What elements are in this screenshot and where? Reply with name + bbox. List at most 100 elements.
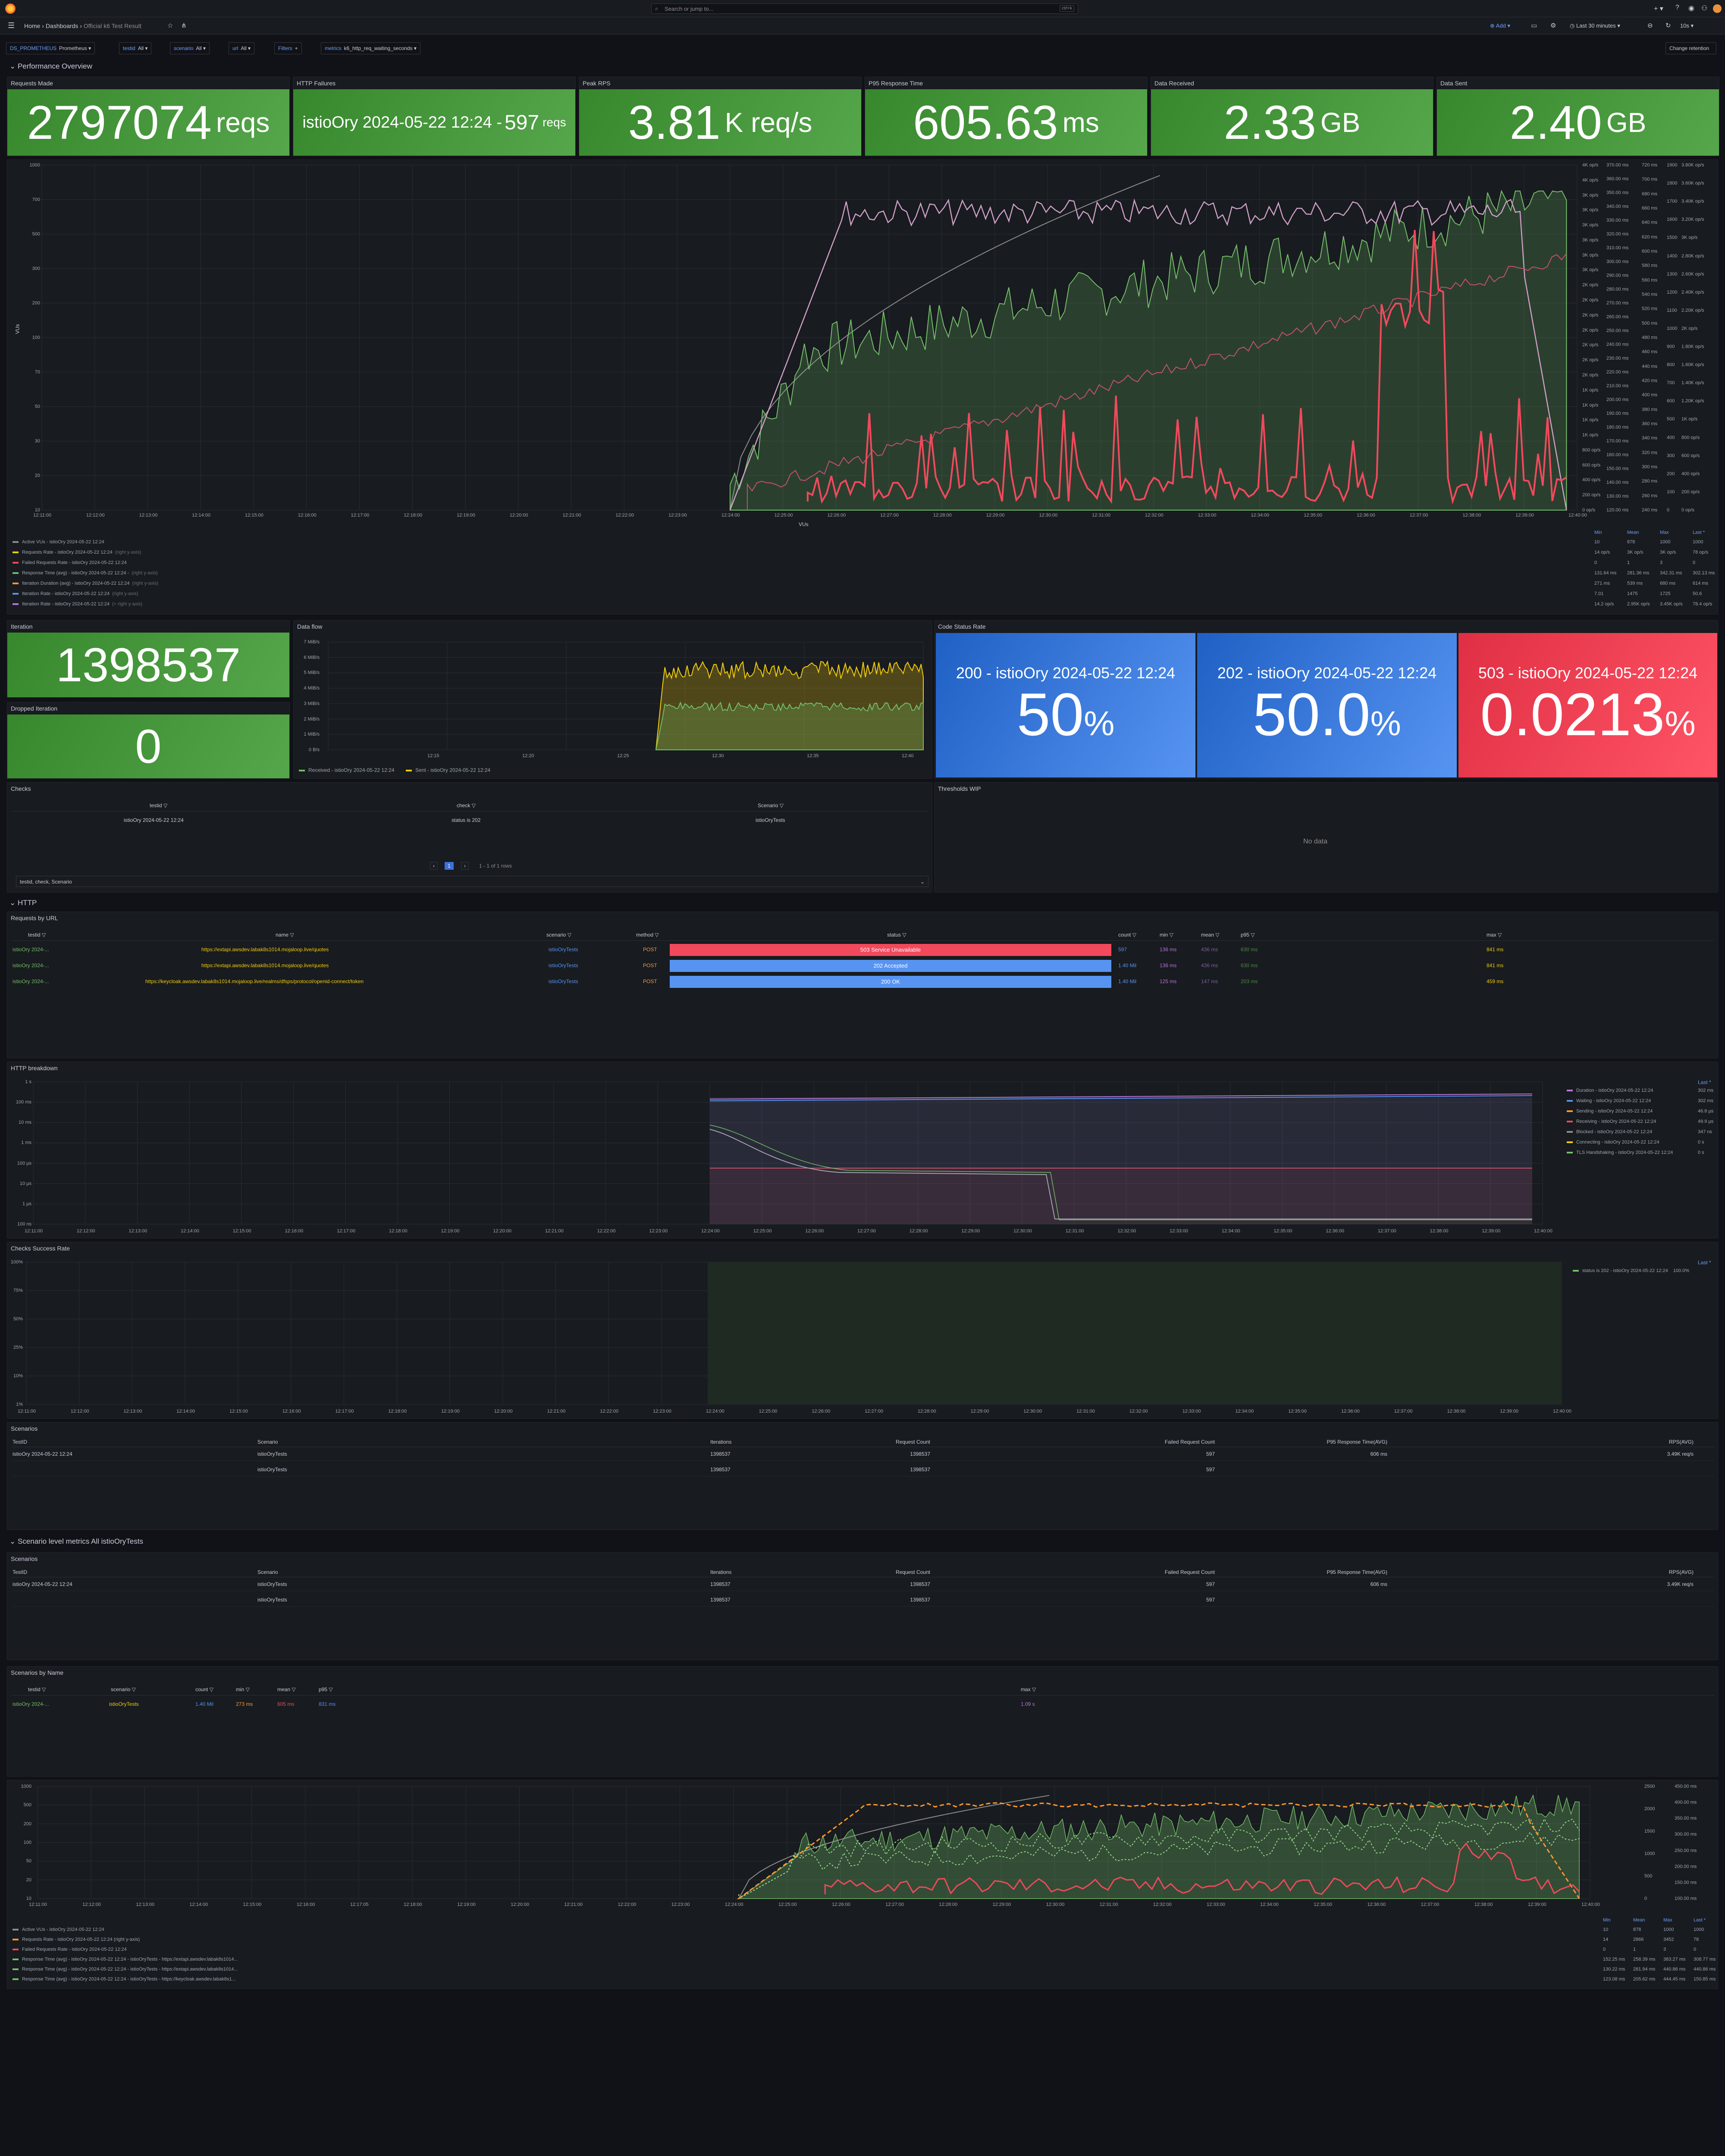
- section-http[interactable]: ⌄ HTTP: [9, 899, 37, 907]
- col-header[interactable]: Failed Request Count: [1165, 1569, 1215, 1575]
- var-metrics[interactable]: metrics k6_http_req_waiting_seconds ▾: [321, 42, 420, 54]
- legend-item[interactable]: Response Time (avg) - istioOry 2024-05-2…: [13, 570, 158, 576]
- legend-item[interactable]: Iteration Duration (avg) - istioOry 2024…: [13, 581, 158, 586]
- share-icon[interactable]: ⋔: [181, 22, 187, 29]
- col-header[interactable]: Scenario: [257, 1569, 278, 1575]
- legend-col-header[interactable]: Last *: [1693, 530, 1705, 535]
- news-icon[interactable]: ◉: [1688, 4, 1694, 13]
- pager-page[interactable]: 1: [445, 862, 454, 870]
- col-p95[interactable]: p95 ▽: [1241, 932, 1255, 938]
- legend-col-header[interactable]: Max: [1663, 1918, 1672, 1923]
- var-ds-prometheus[interactable]: DS_PROMETHEUS Prometheus ▾: [6, 42, 95, 54]
- col-testid[interactable]: testid ▽: [150, 802, 167, 808]
- legend-item[interactable]: Waiting - istioOry 2024-05-22 12:24: [1567, 1098, 1651, 1103]
- var-scenario[interactable]: scenario All ▾: [170, 42, 210, 54]
- col-name[interactable]: name ▽: [276, 932, 294, 938]
- var-testid[interactable]: testid All ▾: [119, 42, 152, 54]
- col-header[interactable]: Iterations: [710, 1439, 731, 1445]
- col-header[interactable]: Scenario: [257, 1439, 278, 1445]
- column-selector[interactable]: testid, check, Scenario ⌄: [16, 876, 928, 887]
- legend-col-header[interactable]: Mean: [1627, 530, 1639, 535]
- legend-item[interactable]: Active VUs - istioOry 2024-05-22 12:24: [13, 539, 104, 545]
- legend-item[interactable]: Failed Requests Rate - istioOry 2024-05-…: [13, 1947, 127, 1952]
- change-retention-button[interactable]: Change retention: [1665, 42, 1716, 54]
- section-scenario-metrics[interactable]: ⌄ Scenario level metrics All istioOryTes…: [9, 1537, 143, 1546]
- col-max[interactable]: max ▽: [1021, 1686, 1036, 1692]
- col-header[interactable]: Request Count: [896, 1569, 930, 1575]
- grafana-logo-icon[interactable]: [5, 3, 16, 14]
- col-header[interactable]: TestID: [13, 1439, 27, 1445]
- legend-item[interactable]: Requests Rate - istioOry 2024-05-22 12:2…: [13, 550, 141, 555]
- cell-name[interactable]: https://extapi.awsdev.labak8s1014.mojalo…: [201, 962, 329, 968]
- pager-prev[interactable]: ‹: [430, 862, 438, 870]
- col-testid[interactable]: testid ▽: [28, 1686, 46, 1692]
- legend-col-header[interactable]: Max: [1660, 530, 1669, 535]
- col-min[interactable]: min ▽: [1160, 932, 1173, 938]
- refresh-interval[interactable]: 10s ▾: [1680, 22, 1694, 29]
- legend-item[interactable]: Iteration Rate - istioOry 2024-05-22 12:…: [13, 602, 142, 607]
- settings-icon[interactable]: ⚙: [1550, 22, 1556, 29]
- legend-item[interactable]: TLS Handshaking - istioOry 2024-05-22 12…: [1567, 1150, 1673, 1155]
- plus-icon[interactable]: + ▾: [1654, 4, 1663, 13]
- col-header[interactable]: P95 Response Time(AVG): [1327, 1439, 1387, 1445]
- col-header[interactable]: RPS(AVG): [1669, 1569, 1694, 1575]
- add-button[interactable]: ⊕ Add ▾: [1490, 22, 1510, 29]
- cell-name[interactable]: https://extapi.awsdev.labak8s1014.mojalo…: [201, 946, 329, 953]
- refresh-icon[interactable]: ↻: [1665, 22, 1671, 29]
- col-header[interactable]: Failed Request Count: [1165, 1439, 1215, 1445]
- col-scenario[interactable]: scenario ▽: [111, 1686, 136, 1692]
- col-header[interactable]: P95 Response Time(AVG): [1327, 1569, 1387, 1575]
- legend-item[interactable]: Failed Requests Rate - istioOry 2024-05-…: [13, 560, 127, 565]
- legend-col-header[interactable]: Last *: [1694, 1918, 1706, 1923]
- star-icon[interactable]: ☆: [167, 22, 173, 29]
- col-p95[interactable]: p95 ▽: [319, 1686, 333, 1692]
- col-count[interactable]: count ▽: [195, 1686, 213, 1692]
- col-status[interactable]: status ▽: [887, 932, 906, 938]
- legend-item[interactable]: Receiving - istioOry 2024-05-22 12:24: [1567, 1119, 1656, 1124]
- legend-item[interactable]: Response Time (avg) - istioOry 2024-05-2…: [13, 1977, 236, 1982]
- search-input[interactable]: ⌕ Search or jump to... ctrl+k: [651, 3, 1078, 14]
- legend-item[interactable]: Duration - istioOry 2024-05-22 12:24: [1567, 1088, 1653, 1093]
- legend-col-header[interactable]: Min: [1594, 530, 1602, 535]
- col-header[interactable]: Iterations: [710, 1569, 731, 1575]
- save-icon[interactable]: ▭: [1531, 22, 1537, 29]
- breadcrumb-dashboards[interactable]: Dashboards: [46, 22, 78, 29]
- col-header[interactable]: TestID: [13, 1569, 27, 1575]
- legend-value: 302.13 ms: [1693, 570, 1715, 576]
- col-check[interactable]: check ▽: [457, 802, 476, 808]
- help-icon[interactable]: ?: [1675, 4, 1679, 12]
- legend-item[interactable]: Requests Rate - istioOry 2024-05-22 12:2…: [13, 1937, 140, 1942]
- col-scenario[interactable]: scenario ▽: [546, 932, 571, 938]
- legend-item[interactable]: Response Time (avg) - istioOry 2024-05-2…: [13, 1957, 238, 1962]
- col-scenario[interactable]: Scenario ▽: [758, 802, 784, 808]
- legend-item[interactable]: Active VUs - istioOry 2024-05-22 12:24: [13, 1927, 104, 1932]
- legend-item[interactable]: Blocked - istioOry 2024-05-22 12:24: [1567, 1129, 1652, 1134]
- legend-item[interactable]: Iteration Rate - istioOry 2024-05-22 12:…: [13, 591, 138, 596]
- legend-item[interactable]: Response Time (avg) - istioOry 2024-05-2…: [13, 1967, 238, 1972]
- cell-name[interactable]: https://keycloak.awsdev.labak8s1014.moja…: [145, 978, 364, 984]
- col-header[interactable]: RPS(AVG): [1669, 1439, 1694, 1445]
- col-max[interactable]: max ▽: [1487, 932, 1502, 938]
- var-filters[interactable]: Filters +: [274, 42, 302, 54]
- col-mean[interactable]: mean ▽: [1201, 932, 1220, 938]
- legend-item[interactable]: Connecting - istioOry 2024-05-22 12:24: [1567, 1140, 1659, 1145]
- col-mean[interactable]: mean ▽: [277, 1686, 296, 1692]
- col-count[interactable]: count ▽: [1118, 932, 1136, 938]
- zoom-out-icon[interactable]: ⊖: [1647, 22, 1653, 29]
- avatar[interactable]: [1713, 4, 1722, 13]
- notifications-icon[interactable]: ⚇: [1701, 4, 1707, 13]
- col-min[interactable]: min ▽: [236, 1686, 250, 1692]
- legend-col-header[interactable]: Mean: [1633, 1918, 1645, 1923]
- section-performance-overview[interactable]: ⌄ Performance Overview: [9, 62, 92, 71]
- col-header[interactable]: Request Count: [896, 1439, 930, 1445]
- legend-col-header[interactable]: Min: [1603, 1918, 1611, 1923]
- legend-item[interactable]: Sending - istioOry 2024-05-22 12:24: [1567, 1109, 1653, 1114]
- pager-next[interactable]: ›: [461, 862, 469, 870]
- menu-icon[interactable]: ☰: [8, 21, 15, 30]
- var-url[interactable]: url All ▾: [229, 42, 255, 54]
- col-testid[interactable]: testid ▽: [28, 932, 46, 938]
- time-range-picker[interactable]: ◷ Last 30 minutes ▾: [1570, 22, 1620, 29]
- right-y-tick: 400 ms: [1642, 392, 1658, 398]
- col-method[interactable]: method ▽: [636, 932, 659, 938]
- breadcrumb-home[interactable]: Home: [24, 22, 40, 29]
